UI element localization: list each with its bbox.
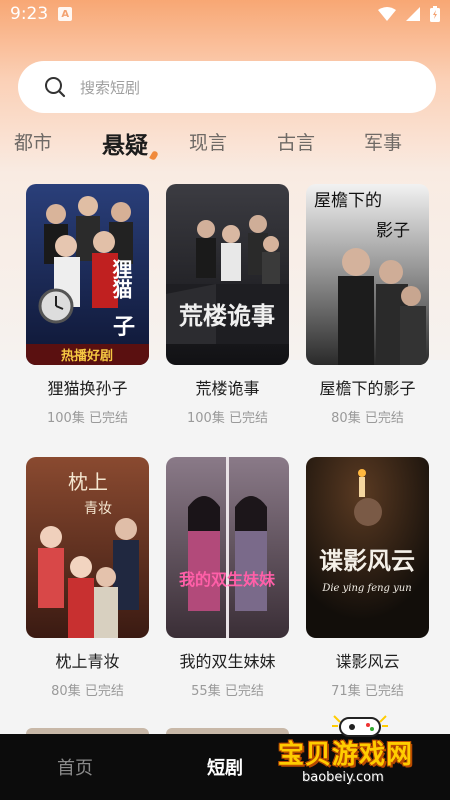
watermark: 宝贝游戏网 baobeiy.com [272,712,450,794]
drama-episodes: 71集 已完结 [331,684,404,699]
svg-text:影子: 影子 [376,221,410,241]
drama-title: 我的双生妹妹 [179,652,276,671]
watermark-url: baobeiy.com [302,770,384,785]
drama-title: 屋檐下的影子 [319,379,416,398]
drama-card[interactable]: 谍影风云 Die ying feng yun 谍影风云 71集 已完结 [306,457,429,699]
drama-card[interactable]: 枕上 青妆 枕上青妆 80集 已完结 [26,457,149,699]
drama-card[interactable]: 我的双生妹妹 我的双生妹妹 55集 已完结 [166,457,289,699]
svg-text:青妆: 青妆 [84,501,112,517]
cover-title: 谍影风云 [319,546,415,575]
svg-text:屋檐下的: 屋檐下的 [314,191,382,211]
svg-text:枕上: 枕上 [68,470,108,494]
drama-episodes: 80集 已完结 [331,411,404,426]
drama-title: 枕上青妆 [55,652,120,671]
drama-grid: 狸猫 子 热播好剧 狸猫换孙子 100集 已完结 荒楼诡事 荒楼诡事 100集 … [0,0,450,800]
drama-card[interactable]: 荒楼诡事 荒楼诡事 100集 已完结 [166,184,289,426]
drama-episodes: 55集 已完结 [191,684,264,699]
drama-title: 荒楼诡事 [195,379,260,398]
watermark-title: 宝贝游戏网 [278,740,414,770]
drama-cover[interactable]: 荒楼诡事 [166,184,289,365]
cover-subtitle: Die ying feng yun [321,583,411,594]
drama-episodes: 80集 已完结 [51,684,124,699]
svg-text:狸猫: 狸猫 [109,259,133,299]
drama-cover[interactable]: 屋檐下的 影子 [306,184,429,365]
cover-title: 荒楼诡事 [179,301,275,330]
drama-title: 谍影风云 [335,652,400,671]
drama-title: 狸猫换孙子 [47,379,128,398]
svg-text:我的双生妹妹: 我的双生妹妹 [179,570,276,589]
drama-episodes: 100集 已完结 [187,411,268,426]
drama-card[interactable]: 屋檐下的 影子 屋檐下的影子 80集 已完结 [306,184,429,426]
drama-cover[interactable]: 谍影风云 Die ying feng yun [306,457,429,638]
cover-badge: 热播好剧 [61,348,113,364]
svg-text:子: 子 [113,314,135,340]
drama-card[interactable]: 狸猫 子 热播好剧 狸猫换孙子 100集 已完结 [26,184,149,426]
nav-home[interactable]: 首页 [0,734,150,800]
drama-cover[interactable]: 狸猫 子 热播好剧 [26,184,149,365]
drama-cover[interactable]: 枕上 青妆 [26,457,149,638]
drama-episodes: 100集 已完结 [47,411,128,426]
drama-cover[interactable]: 我的双生妹妹 [166,457,289,638]
